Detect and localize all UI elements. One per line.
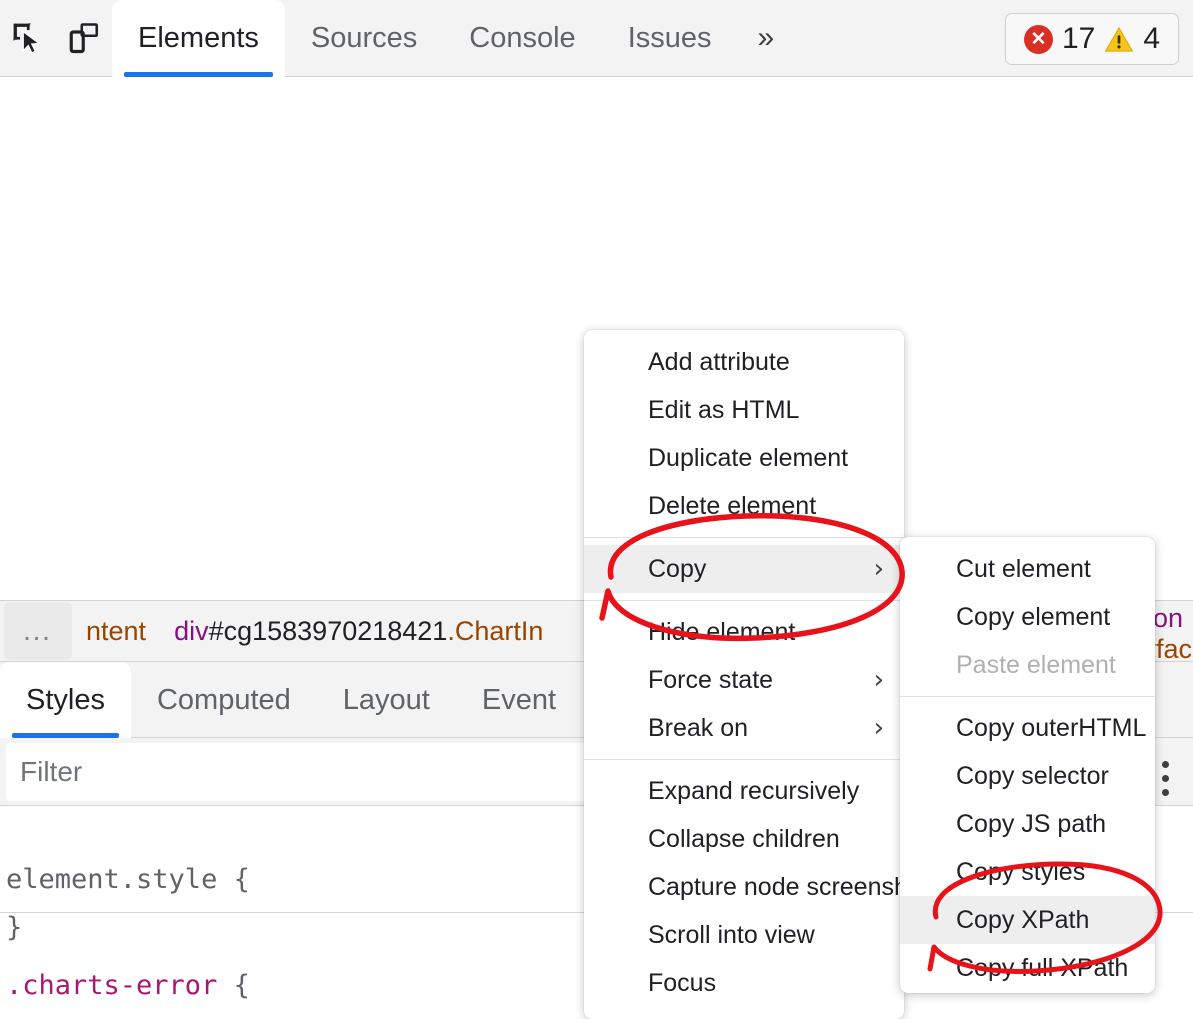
css-selector: element.style — [6, 864, 217, 895]
menu-item-label: Expand recursively — [648, 777, 859, 806]
menu-item-label: Copy selector — [956, 762, 1109, 791]
dom-line[interactable]: 90"> — [0, 203, 1193, 245]
menu-item-copy-selector[interactable]: Copy selector — [900, 752, 1155, 800]
chevron-right-icon: › — [874, 554, 884, 584]
menu-item-duplicate-element[interactable]: Duplicate element — [584, 434, 904, 482]
chevron-right-icon: › — [874, 665, 884, 695]
menu-item-break-on[interactable]: Break on › — [584, 704, 904, 752]
tab-console-label: Console — [469, 22, 575, 55]
menu-item-label: Duplicate element — [648, 444, 848, 473]
more-tabs-label: » — [758, 21, 775, 55]
menu-separator — [584, 600, 904, 601]
menu-item-hide-element[interactable]: Hide element — [584, 608, 904, 656]
menu-item-label: Focus — [648, 969, 716, 998]
menu-item-scroll-into-view[interactable]: Scroll into view — [584, 911, 904, 959]
devtools-window: Elements Sources Console Issues » ✕ 17 4… — [0, 0, 1193, 1019]
menu-item-label: Copy JS path — [956, 810, 1106, 839]
menu-item-label: Copy outerHTML — [956, 714, 1146, 743]
context-menu[interactable]: Add attribute Edit as HTML Duplicate ele… — [584, 330, 904, 1019]
device-toolbar-icon[interactable] — [56, 7, 112, 69]
tab-issues-label: Issues — [628, 22, 712, 55]
menu-item-label: Collapse children — [648, 825, 840, 854]
tab-event-listeners-label: Event — [482, 684, 556, 717]
more-tabs-chevron-icon[interactable]: » — [738, 0, 795, 77]
menu-item-force-state[interactable]: Force state › — [584, 656, 904, 704]
css-selector: .charts-error — [6, 970, 217, 1001]
menu-item-paste-element: Paste element — [900, 641, 1155, 689]
tab-issues[interactable]: Issues — [602, 0, 738, 77]
warning-count: 4 — [1143, 24, 1160, 54]
tab-sources-label: Sources — [311, 22, 417, 55]
menu-item-copy-xpath[interactable]: Copy XPath — [900, 896, 1155, 944]
menu-item-label: Paste element — [956, 651, 1116, 680]
breadcrumb-overflow-label: … — [22, 614, 55, 648]
menu-item-label: Copy full XPath — [956, 954, 1128, 983]
tab-event-listeners[interactable]: Event — [456, 662, 582, 738]
menu-item-label: Copy XPath — [956, 906, 1089, 935]
devtools-toolbar: Elements Sources Console Issues » ✕ 17 4 — [0, 0, 1193, 77]
issues-status-badge[interactable]: ✕ 17 4 — [1005, 13, 1179, 65]
menu-item-label: Cut element — [956, 555, 1091, 584]
menu-item-label: Break on — [648, 714, 748, 743]
breadcrumb-item-content[interactable]: ntent — [72, 616, 160, 647]
menu-item-label: Copy styles — [956, 858, 1085, 887]
context-submenu-copy[interactable]: Cut element Copy element Paste element C… — [900, 537, 1155, 993]
expand-shorthand-triangle-icon[interactable]: ▶ — [185, 1011, 198, 1019]
tab-console[interactable]: Console — [443, 0, 601, 77]
menu-item-label: Copy — [648, 555, 706, 584]
breadcrumb-overflow-button[interactable]: … — [4, 602, 72, 660]
menu-item-copy-outerhtml[interactable]: Copy outerHTML — [900, 704, 1155, 752]
menu-item-delete-element[interactable]: Delete element — [584, 482, 904, 530]
error-icon: ✕ — [1024, 25, 1053, 54]
menu-separator — [584, 759, 904, 760]
menu-item-copy-styles[interactable]: Copy styles — [900, 848, 1155, 896]
menu-item-label: Add attribute — [648, 348, 790, 377]
menu-item-copy[interactable]: Copy › — [584, 545, 904, 593]
menu-item-capture-node-screenshot[interactable]: Capture node screenshot — [584, 863, 904, 911]
error-count: 17 — [1062, 24, 1095, 54]
tab-layout[interactable]: Layout — [317, 662, 456, 738]
menu-item-label: Delete element — [648, 492, 816, 521]
breadcrumb-item-label: ntent — [86, 616, 146, 646]
tab-elements[interactable]: Elements — [112, 0, 285, 77]
menu-item-collapse-children[interactable]: Collapse children — [584, 815, 904, 863]
devtools-tab-list: Elements Sources Console Issues » — [112, 0, 794, 77]
menu-item-label: Hide element — [648, 618, 795, 647]
tab-computed[interactable]: Computed — [131, 662, 317, 738]
menu-separator — [584, 537, 904, 538]
tab-computed-label: Computed — [157, 684, 291, 717]
menu-item-copy-element[interactable]: Copy element — [900, 593, 1155, 641]
menu-item-add-attribute[interactable]: Add attribute — [584, 338, 904, 386]
warning-icon — [1104, 26, 1134, 53]
tab-styles[interactable]: Styles — [0, 662, 131, 738]
inspect-element-icon[interactable] — [0, 7, 56, 69]
breadcrumb-item-chartinstance[interactable]: div#cg1583970218421.ChartIn — [160, 616, 557, 647]
menu-item-edit-as-html[interactable]: Edit as HTML — [584, 386, 904, 434]
menu-item-label: Copy element — [956, 603, 1110, 632]
menu-item-focus[interactable]: Focus — [584, 959, 904, 1007]
menu-item-cut-element[interactable]: Cut element — [900, 545, 1155, 593]
menu-separator — [900, 696, 1155, 697]
tab-sources[interactable]: Sources — [285, 0, 443, 77]
chevron-right-icon: › — [874, 713, 884, 743]
menu-item-label: Scroll into view — [648, 921, 815, 950]
menu-item-copy-js-path[interactable]: Copy JS path — [900, 800, 1155, 848]
tab-layout-label: Layout — [343, 684, 430, 717]
tab-styles-label: Styles — [26, 684, 105, 717]
menu-item-copy-full-xpath[interactable]: Copy full XPath — [900, 944, 1155, 992]
menu-item-expand-recursively[interactable]: Expand recursively — [584, 767, 904, 815]
tab-elements-label: Elements — [138, 22, 259, 55]
menu-item-label: Edit as HTML — [648, 396, 799, 425]
menu-item-label: Capture node screenshot — [648, 873, 929, 902]
menu-item-label: Force state — [648, 666, 773, 695]
